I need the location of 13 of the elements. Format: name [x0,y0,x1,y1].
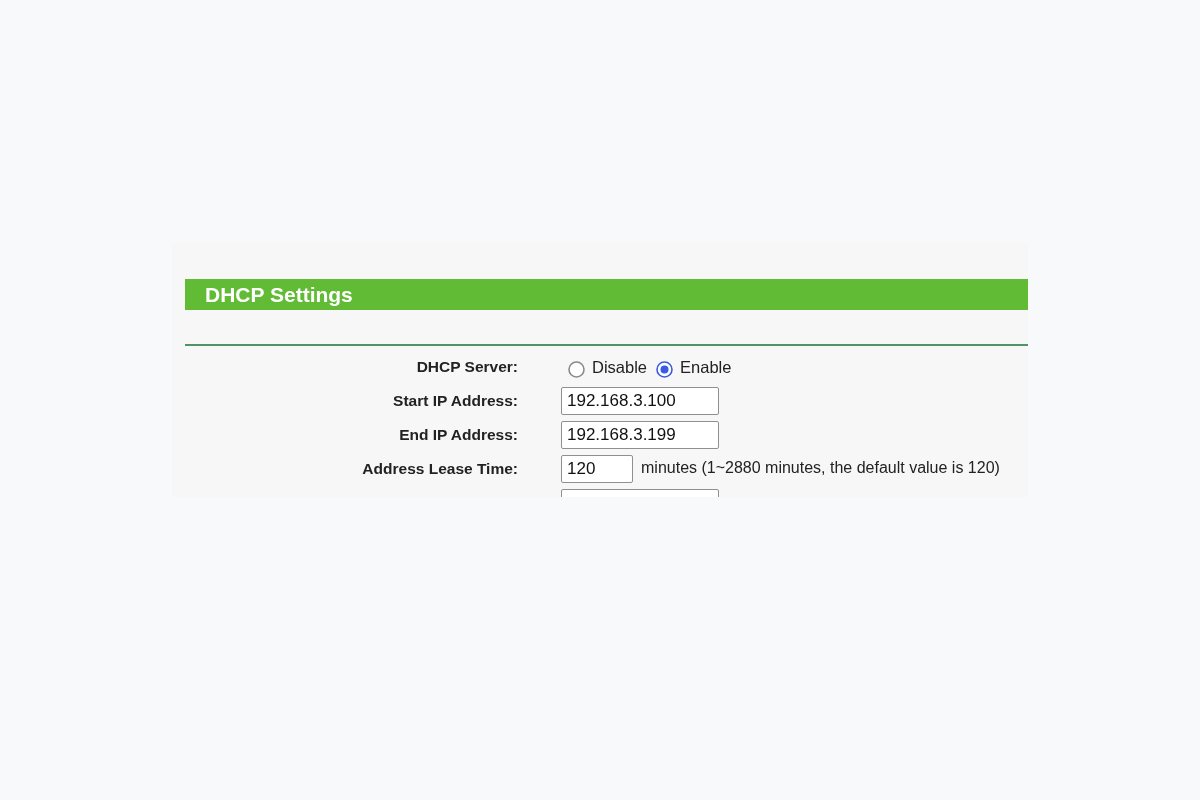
field-label: Start IP Address: [393,391,518,412]
field-label: End IP Address: [399,425,518,446]
radio-option[interactable]: Enable [656,356,732,378]
input-field[interactable]: 192.168.3.199 [561,421,719,449]
radio-option[interactable]: Disable [568,356,648,378]
section-title: DHCP Settings [205,284,353,305]
hint-text: minutes (1~2880 minutes, the default value is 120) [641,457,1000,478]
input-field[interactable]: 192.168.3.100 [561,387,719,415]
field-label: DHCP Server: [416,357,518,378]
input-field[interactable]: 120 [561,455,633,483]
radio-button-icon[interactable] [568,361,585,378]
radio-button-icon[interactable] [656,361,674,378]
field-label: Address Lease Time: [362,459,518,480]
